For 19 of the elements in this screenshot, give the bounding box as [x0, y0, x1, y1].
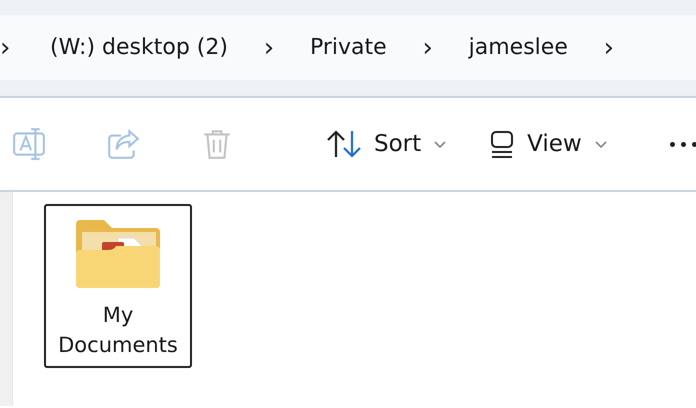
breadcrumb-item[interactable]: (W:) desktop (2): [44, 31, 234, 64]
rename-icon: [12, 127, 46, 161]
chevron-icon[interactable]: ›: [408, 34, 447, 60]
breadcrumb-item[interactable]: Private: [304, 31, 393, 64]
folder-item[interactable]: My Documents: [44, 204, 192, 368]
view-button[interactable]: View: [483, 125, 614, 163]
caret-icon: [594, 139, 608, 149]
chevron-icon[interactable]: ›: [250, 34, 288, 60]
chevron-icon[interactable]: ›: [0, 34, 10, 60]
chevron-icon[interactable]: ›: [590, 34, 628, 60]
sort-icon: [326, 129, 362, 159]
view-icon: [489, 129, 516, 159]
folder-icon: [74, 218, 162, 290]
more-icon[interactable]: [670, 142, 696, 146]
folder-name: My Documents: [57, 302, 179, 359]
breadcrumb-item[interactable]: jameslee: [462, 31, 574, 64]
caret-icon: [433, 139, 448, 149]
share-icon: [106, 127, 140, 161]
sort-button[interactable]: Sort: [320, 125, 454, 163]
